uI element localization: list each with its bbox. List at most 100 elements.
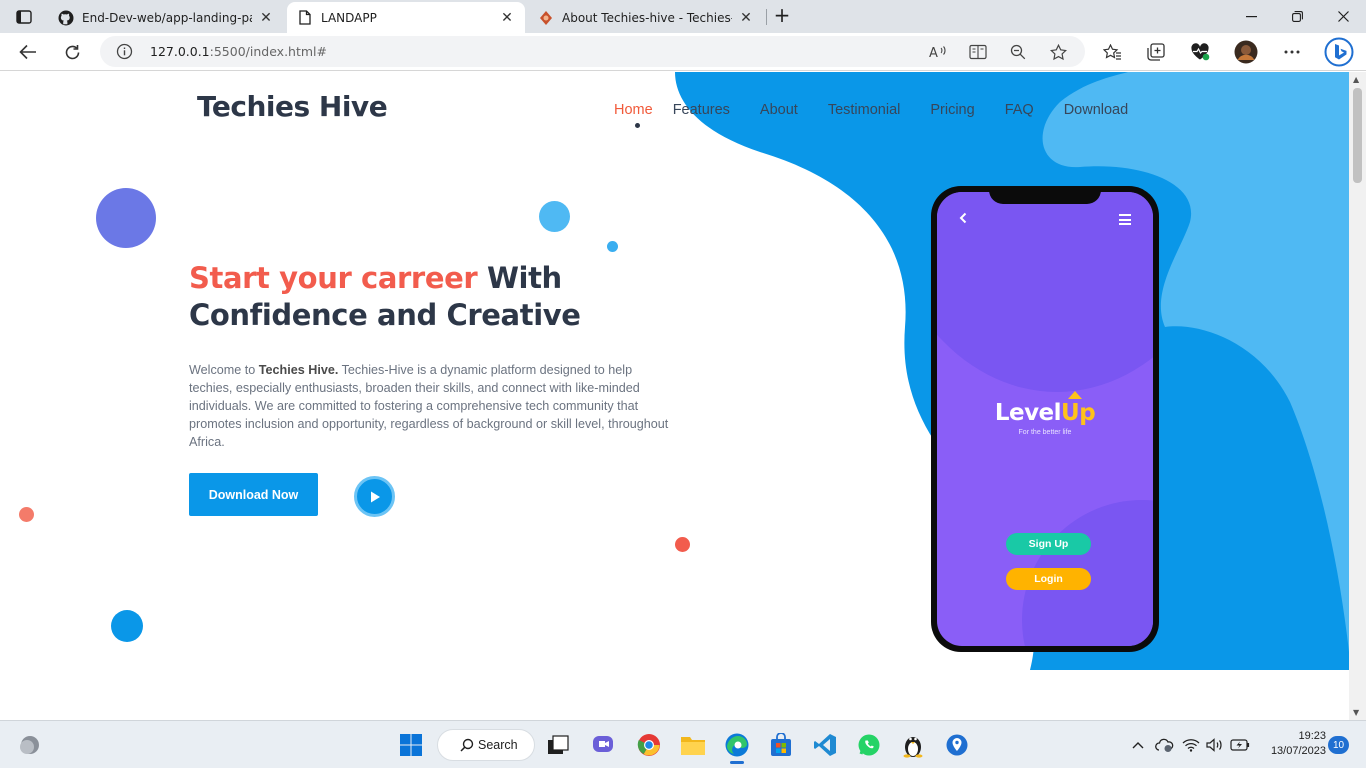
svg-text:A: A bbox=[929, 46, 938, 60]
minimize-button[interactable] bbox=[1228, 0, 1274, 33]
nav-item-pricing[interactable]: Pricing bbox=[930, 102, 974, 118]
teams-chat-icon[interactable] bbox=[589, 730, 619, 760]
onedrive-sync-icon[interactable] bbox=[1154, 735, 1174, 755]
nav-item-about[interactable]: About bbox=[760, 102, 798, 118]
hamburger-menu-icon bbox=[1119, 214, 1131, 228]
github-icon bbox=[58, 10, 74, 26]
favorite-star-icon[interactable] bbox=[1048, 42, 1068, 62]
browser-toolbar: 127.0.0.1:5500/index.html# A bbox=[0, 33, 1366, 71]
profile-avatar[interactable] bbox=[1231, 37, 1261, 67]
phone-signup-button: Sign Up bbox=[1006, 533, 1091, 555]
edge-browser-icon[interactable] bbox=[722, 730, 752, 760]
nav-item-faq[interactable]: FAQ bbox=[1005, 102, 1034, 118]
download-now-button[interactable]: Download Now bbox=[189, 473, 318, 516]
weather-widget-icon[interactable] bbox=[14, 730, 44, 760]
techies-hive-favicon bbox=[538, 10, 554, 26]
logo-accent-text: Up bbox=[1061, 400, 1096, 426]
chevron-up-icon[interactable] bbox=[1131, 735, 1145, 755]
restore-button[interactable] bbox=[1274, 0, 1320, 33]
clock-time: 19:23 bbox=[1298, 730, 1326, 742]
hero-description: Welcome to Techies Hive. Techies-Hive is… bbox=[189, 361, 669, 451]
nav-item-features[interactable]: Features bbox=[673, 102, 730, 118]
url-path: :5500/index.html# bbox=[209, 44, 327, 59]
search-label: Search bbox=[478, 738, 518, 752]
decorative-circle bbox=[111, 610, 143, 642]
nav-item-download[interactable]: Download bbox=[1064, 102, 1129, 118]
logo-main-text: Level bbox=[994, 400, 1062, 426]
page-icon bbox=[297, 10, 313, 26]
more-options-icon[interactable] bbox=[1277, 37, 1307, 67]
decorative-circle bbox=[96, 188, 156, 248]
vscode-icon[interactable] bbox=[810, 730, 840, 760]
favorites-icon[interactable] bbox=[1097, 37, 1127, 67]
page-scrollbar[interactable]: ▲ ▼ bbox=[1349, 72, 1366, 720]
tab-actions-icon[interactable] bbox=[10, 6, 38, 28]
windows-start-icon[interactable] bbox=[396, 730, 426, 760]
windows-taskbar: Search 19:23 13/07/2023 10 bbox=[0, 720, 1366, 768]
info-icon[interactable] bbox=[116, 43, 133, 60]
taskbar-search[interactable]: Search bbox=[437, 729, 535, 761]
task-view-icon[interactable] bbox=[543, 730, 573, 760]
phone-login-button: Login bbox=[1006, 568, 1091, 590]
wifi-icon[interactable] bbox=[1181, 735, 1201, 755]
address-bar[interactable]: 127.0.0.1:5500/index.html# A bbox=[100, 36, 1085, 67]
decorative-circle bbox=[675, 537, 690, 552]
scroll-down-arrow-icon[interactable]: ▼ bbox=[1353, 708, 1359, 717]
levelup-tagline: For the better life bbox=[1018, 429, 1072, 436]
search-icon bbox=[460, 738, 474, 755]
clock-date: 13/07/2023 bbox=[1270, 745, 1326, 757]
active-app-indicator bbox=[730, 761, 744, 764]
decorative-circle bbox=[539, 201, 570, 232]
url-text[interactable]: 127.0.0.1:5500/index.html# bbox=[150, 44, 327, 59]
file-explorer-icon[interactable] bbox=[678, 730, 708, 760]
close-icon[interactable]: ✕ bbox=[499, 10, 515, 26]
site-brand-logo[interactable]: Techies Hive bbox=[197, 90, 388, 123]
tab-divider bbox=[766, 9, 767, 25]
chrome-icon[interactable] bbox=[634, 730, 664, 760]
scroll-up-arrow-icon[interactable]: ▲ bbox=[1353, 75, 1359, 84]
page-viewport: Techies Hive Home Features About Testimo… bbox=[0, 72, 1349, 720]
tab-about-techies-hive[interactable]: About Techies-hive - Techies-Hive ✕ bbox=[528, 2, 764, 33]
refresh-button[interactable] bbox=[57, 37, 87, 67]
nav-item-testimonial[interactable]: Testimonial bbox=[828, 102, 901, 118]
hero-desc-brand: Techies Hive. bbox=[258, 363, 339, 377]
hero-heading: Start your carreer With Confidence and C… bbox=[189, 260, 649, 334]
phone-screen: LevelUp For the better life Sign Up Logi… bbox=[937, 192, 1153, 646]
new-tab-button[interactable]: + bbox=[770, 5, 794, 27]
decorative-circle bbox=[607, 241, 618, 252]
play-video-button[interactable] bbox=[354, 476, 395, 517]
phone-mockup: LevelUp For the better life Sign Up Logi… bbox=[931, 186, 1159, 652]
browser-tab-strip: End-Dev-web/app-landing-page ✕ LANDAPP ✕… bbox=[0, 0, 1366, 33]
performance-heart-icon[interactable] bbox=[1185, 37, 1215, 67]
nav-item-home[interactable]: Home bbox=[614, 102, 653, 128]
window-close-button[interactable] bbox=[1320, 0, 1366, 33]
linux-tux-icon[interactable] bbox=[898, 730, 928, 760]
close-icon[interactable]: ✕ bbox=[738, 10, 754, 26]
microsoft-store-icon[interactable] bbox=[766, 730, 796, 760]
tab-title: LANDAPP bbox=[321, 10, 377, 25]
zoom-icon[interactable] bbox=[1008, 42, 1028, 62]
tab-title: End-Dev-web/app-landing-page bbox=[82, 10, 252, 25]
main-navigation: Home Features About Testimonial Pricing … bbox=[614, 102, 1129, 128]
scroll-thumb[interactable] bbox=[1353, 88, 1362, 183]
bing-copilot-icon[interactable] bbox=[1323, 36, 1355, 68]
immersive-reader-icon[interactable] bbox=[968, 42, 988, 62]
battery-icon[interactable] bbox=[1229, 735, 1251, 755]
notification-badge[interactable]: 10 bbox=[1328, 736, 1349, 754]
back-button[interactable] bbox=[13, 37, 43, 67]
maps-pin-icon[interactable] bbox=[942, 730, 972, 760]
whatsapp-icon[interactable] bbox=[854, 730, 884, 760]
collections-icon[interactable] bbox=[1141, 37, 1171, 67]
tab-github[interactable]: End-Dev-web/app-landing-page ✕ bbox=[48, 2, 284, 33]
levelup-logo: LevelUp bbox=[937, 400, 1153, 426]
volume-icon[interactable] bbox=[1205, 735, 1225, 755]
decorative-circle bbox=[19, 507, 34, 522]
url-host: 127.0.0.1 bbox=[150, 44, 210, 59]
hero-desc-intro: Welcome to bbox=[189, 363, 259, 377]
close-icon[interactable]: ✕ bbox=[258, 10, 274, 26]
read-aloud-icon[interactable]: A bbox=[928, 42, 948, 62]
chevron-left-icon bbox=[959, 212, 967, 228]
tab-landapp[interactable]: LANDAPP ✕ bbox=[287, 2, 525, 33]
play-icon bbox=[370, 491, 380, 502]
system-clock[interactable]: 19:23 13/07/2023 bbox=[1258, 729, 1326, 759]
